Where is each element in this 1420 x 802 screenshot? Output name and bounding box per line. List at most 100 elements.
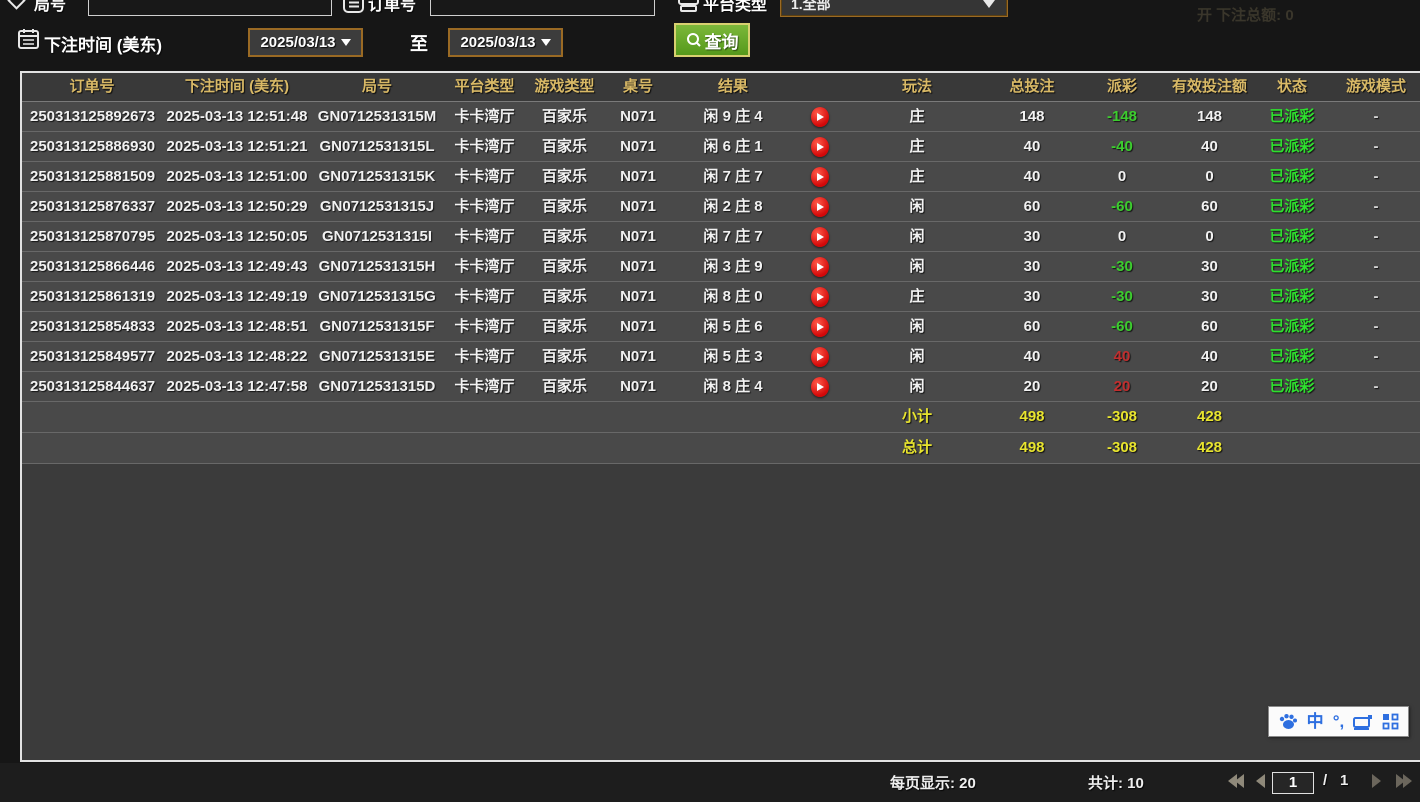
cell-platform-type: 卡卡湾厅 bbox=[442, 372, 527, 401]
replay-play-icon[interactable] bbox=[811, 287, 829, 307]
header-cell: 平台类型 bbox=[442, 73, 527, 101]
grand-total-row: 总计 498 -308 428 bbox=[22, 433, 1420, 464]
order-number-input[interactable] bbox=[430, 0, 655, 16]
play-triangle bbox=[817, 143, 824, 151]
previous-page-icon bbox=[1256, 774, 1265, 788]
paw-icon[interactable] bbox=[1278, 713, 1298, 731]
chevron-down-icon bbox=[341, 39, 351, 46]
cell-replay bbox=[792, 312, 847, 341]
replay-play-icon[interactable] bbox=[811, 107, 829, 127]
cell-status: 已派彩 bbox=[1252, 312, 1332, 341]
cell-table-number: N071 bbox=[602, 252, 674, 281]
diamond-icon bbox=[7, 0, 25, 10]
per-page-label: 每页显示: 20 bbox=[890, 772, 976, 793]
cell-valid-bet: 30 bbox=[1167, 252, 1252, 281]
page-separator: / bbox=[1323, 772, 1327, 789]
records-table-panel: 订单号下注时间 (美东)局号平台类型游戏类型桌号结果玩法总投注派彩有效投注额状态… bbox=[20, 71, 1420, 762]
cell-platform-type: 卡卡湾厅 bbox=[442, 312, 527, 341]
subtotal-payout: -308 bbox=[1077, 402, 1167, 432]
platform-cards-icon bbox=[678, 0, 699, 12]
replay-play-icon[interactable] bbox=[811, 227, 829, 247]
table-row: 250313125849577 2025-03-13 12:48:22 GN07… bbox=[22, 342, 1420, 372]
cell-replay bbox=[792, 102, 847, 131]
last-page-button[interactable] bbox=[1396, 774, 1412, 788]
grand-total-bet: 498 bbox=[987, 433, 1077, 463]
cell-game-type: 百家乐 bbox=[527, 192, 602, 221]
play-triangle bbox=[817, 293, 824, 301]
cell-total-bet: 30 bbox=[987, 282, 1077, 311]
cell-game-type: 百家乐 bbox=[527, 252, 602, 281]
list-icon bbox=[343, 0, 364, 13]
keyboard-icon[interactable] bbox=[1353, 714, 1373, 730]
replay-play-icon[interactable] bbox=[811, 257, 829, 277]
cell-round-number: GN0712531315L bbox=[312, 132, 442, 161]
cell-game-mode: - bbox=[1332, 252, 1420, 281]
table-row: 250313125866446 2025-03-13 12:49:43 GN07… bbox=[22, 252, 1420, 282]
cell-status: 已派彩 bbox=[1252, 252, 1332, 281]
cell-platform-type: 卡卡湾厅 bbox=[442, 192, 527, 221]
cell-total-bet: 40 bbox=[987, 132, 1077, 161]
header-cell: 局号 bbox=[312, 73, 442, 101]
cell-valid-bet: 0 bbox=[1167, 222, 1252, 251]
header-cell: 派彩 bbox=[1077, 73, 1167, 101]
cell-table-number: N071 bbox=[602, 312, 674, 341]
menu-grid-icon[interactable] bbox=[1382, 713, 1399, 730]
next-page-button[interactable] bbox=[1372, 774, 1381, 788]
cell-total-bet: 60 bbox=[987, 312, 1077, 341]
total-count-label: 共计: 10 bbox=[1088, 772, 1144, 793]
cell-replay bbox=[792, 342, 847, 371]
query-button-label: 查询 bbox=[705, 28, 739, 53]
previous-page-button[interactable] bbox=[1256, 774, 1265, 788]
cell-table-number: N071 bbox=[602, 342, 674, 371]
current-page-input[interactable]: 1 bbox=[1272, 772, 1314, 794]
ime-punctuation-icon[interactable]: °, bbox=[1333, 713, 1345, 730]
replay-play-icon[interactable] bbox=[811, 167, 829, 187]
replay-play-icon[interactable] bbox=[811, 377, 829, 397]
cell-game-type: 百家乐 bbox=[527, 102, 602, 131]
platform-type-selected-value: 1.全部 bbox=[791, 0, 831, 14]
cell-order-number: 250313125854833 bbox=[22, 312, 162, 341]
cell-total-bet: 40 bbox=[987, 342, 1077, 371]
date-to-picker[interactable]: 2025/03/13 bbox=[448, 28, 563, 57]
cell-game-type: 百家乐 bbox=[527, 372, 602, 401]
cell-play-type: 庄 bbox=[847, 162, 987, 191]
cell-total-bet: 30 bbox=[987, 222, 1077, 251]
replay-play-icon[interactable] bbox=[811, 137, 829, 157]
cell-order-number: 250313125849577 bbox=[22, 342, 162, 371]
cell-total-bet: 40 bbox=[987, 162, 1077, 191]
date-from-picker[interactable]: 2025/03/13 bbox=[248, 28, 363, 57]
ime-mode-chinese[interactable]: 中 bbox=[1307, 713, 1324, 730]
betting-records-screen: { "window": { "background_hint_text": "开… bbox=[0, 0, 1420, 802]
cell-replay bbox=[792, 282, 847, 311]
first-page-button[interactable] bbox=[1228, 774, 1244, 788]
cell-game-type: 百家乐 bbox=[527, 312, 602, 341]
cell-platform-type: 卡卡湾厅 bbox=[442, 162, 527, 191]
cell-valid-bet: 40 bbox=[1167, 342, 1252, 371]
cell-round-number: GN0712531315D bbox=[312, 372, 442, 401]
cell-round-number: GN0712531315I bbox=[312, 222, 442, 251]
cell-bet-time: 2025-03-13 12:48:51 bbox=[162, 312, 312, 341]
cell-table-number: N071 bbox=[602, 282, 674, 311]
cell-game-mode: - bbox=[1332, 222, 1420, 251]
ime-toolbar[interactable]: 中 °, bbox=[1268, 706, 1409, 737]
cell-replay bbox=[792, 162, 847, 191]
cell-result: 闲 7 庄 7 bbox=[674, 162, 792, 191]
cell-payout: 20 bbox=[1077, 372, 1167, 401]
cell-valid-bet: 60 bbox=[1167, 192, 1252, 221]
round-number-input[interactable] bbox=[88, 0, 332, 16]
replay-play-icon[interactable] bbox=[811, 347, 829, 367]
query-button[interactable]: 查询 bbox=[674, 23, 750, 57]
cell-total-bet: 60 bbox=[987, 192, 1077, 221]
cell-payout: -148 bbox=[1077, 102, 1167, 131]
cell-result: 闲 8 庄 4 bbox=[674, 372, 792, 401]
cell-order-number: 250313125861319 bbox=[22, 282, 162, 311]
replay-play-icon[interactable] bbox=[811, 317, 829, 337]
table-row: 250313125892673 2025-03-13 12:51:48 GN07… bbox=[22, 102, 1420, 132]
replay-play-icon[interactable] bbox=[811, 197, 829, 217]
platform-type-select[interactable]: 1.全部 bbox=[780, 0, 1008, 17]
play-triangle bbox=[817, 323, 824, 331]
cell-replay bbox=[792, 132, 847, 161]
cell-game-type: 百家乐 bbox=[527, 162, 602, 191]
cell-result: 闲 8 庄 0 bbox=[674, 282, 792, 311]
cell-platform-type: 卡卡湾厅 bbox=[442, 132, 527, 161]
